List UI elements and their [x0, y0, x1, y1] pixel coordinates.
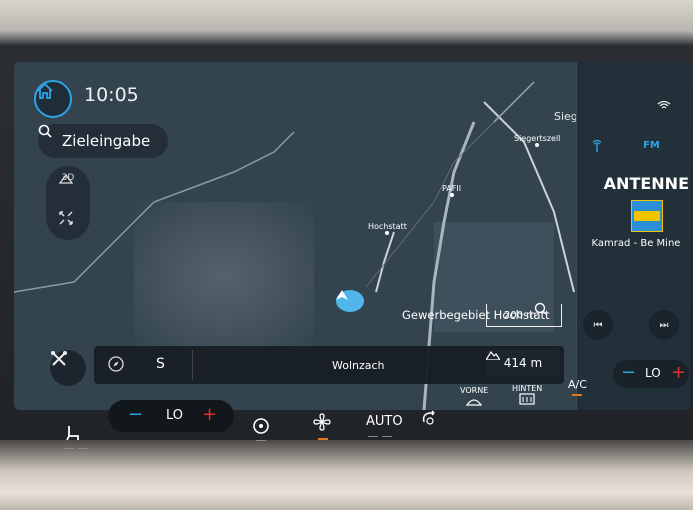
mountain-icon [486, 350, 500, 360]
distance-box: 414 m [486, 350, 560, 376]
station-name: ANTENNE [603, 174, 689, 193]
bar-divider [192, 350, 193, 380]
map-place-pafii: PAFII [442, 184, 461, 197]
rear-defrost-label: HINTEN [512, 384, 543, 393]
radio-antenna-icon[interactable] [591, 139, 603, 155]
left-temp-value: LO [166, 408, 184, 423]
expand-icon [59, 211, 73, 225]
skip-back-icon: ⏮ [593, 319, 603, 331]
home-button[interactable] [34, 80, 72, 118]
navigation-map[interactable]: 10:05 Zieleingabe 3D Siegertszell PAFII … [14, 62, 618, 410]
media-panel: FM ANTENNE Kamrad - Be Mine ⏮ ⏭ − LO + [576, 62, 690, 410]
band-label[interactable]: FM [643, 140, 660, 151]
skip-forward-icon: ⏭ [659, 319, 669, 331]
seat-heat-icon[interactable] [64, 424, 82, 445]
infotainment-screen: 10:05 Zieleingabe 3D Siegertszell PAFII … [14, 62, 690, 410]
right-temp-minus[interactable]: − [621, 362, 636, 383]
distance-value: 414 m [503, 356, 543, 370]
clock: 10:05 [84, 84, 139, 106]
right-temp-control[interactable]: − LO + [613, 360, 689, 388]
map-view-controls: 3D [46, 166, 90, 240]
rear-window-defrost-icon [519, 393, 535, 405]
heading-indicator: S [156, 356, 165, 372]
right-temp-value: LO [645, 366, 661, 380]
map-scale-label: 200 m [504, 310, 537, 321]
auto-climate-button[interactable]: AUTO [366, 414, 403, 429]
navigation-arrow-icon [336, 290, 348, 300]
tools-icon [51, 351, 67, 366]
view-3d-button[interactable]: 3D [58, 174, 78, 184]
left-temp-plus[interactable]: + [202, 404, 217, 425]
front-defrost-label: VORNE [460, 386, 489, 395]
destination-search-button[interactable]: Zieleingabe [38, 124, 168, 158]
navigation-info-bar: S Wolnzach 414 m [94, 346, 564, 384]
perspective-icon [58, 174, 74, 184]
current-street: Wolnzach [332, 359, 385, 372]
previous-track-button[interactable]: ⏮ [583, 310, 613, 340]
ac-button[interactable]: A/C [568, 378, 587, 391]
station-logo [631, 200, 663, 232]
map-place-siegertszell: Siegertszell [514, 134, 560, 147]
left-temp-minus[interactable]: − [128, 404, 143, 425]
recirculation-icon[interactable] [420, 408, 440, 431]
front-defrost-button[interactable]: VORNE [460, 386, 488, 409]
vehicle-position-marker [336, 290, 364, 312]
right-temp-plus[interactable]: + [671, 362, 686, 383]
tools-button[interactable] [50, 350, 86, 386]
left-temp-control[interactable]: − LO + [108, 400, 234, 432]
windshield-defrost-icon [465, 399, 483, 406]
home-icon [37, 82, 53, 99]
signal-icon [657, 100, 671, 113]
track-info: Kamrad - Be Mine [591, 238, 681, 249]
rear-defrost-button[interactable]: HINTEN [512, 384, 542, 407]
map-place-hochstatt: Hochstatt [368, 222, 407, 235]
steering-heat-icon[interactable] [252, 416, 270, 437]
climate-bar: − LO + AUTO VORNE HINTEN A/C [0, 378, 693, 452]
destination-search-label: Zieleingabe [62, 132, 151, 150]
next-track-button[interactable]: ⏭ [649, 310, 679, 340]
zoom-icon [534, 302, 548, 316]
fan-icon[interactable] [312, 412, 332, 435]
